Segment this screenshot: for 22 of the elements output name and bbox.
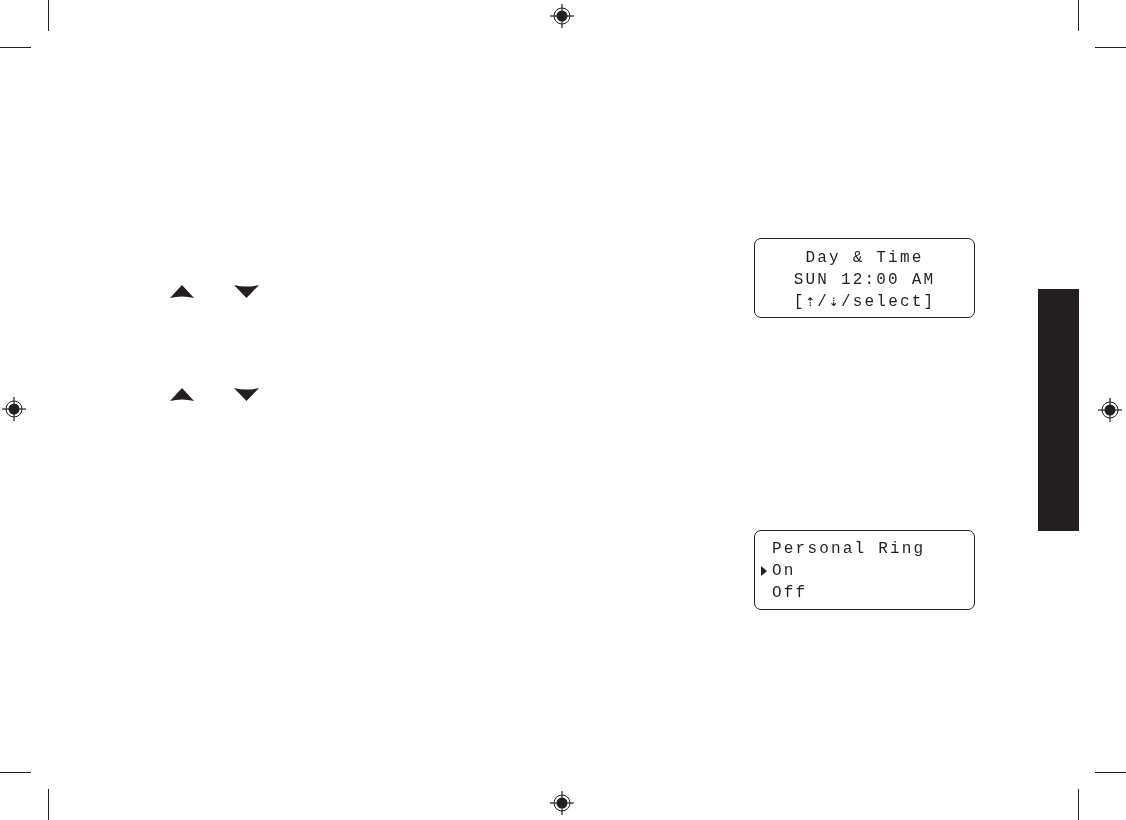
crop-mark	[1095, 772, 1126, 773]
registration-mark-icon	[2, 397, 26, 421]
lcd-text: [⇡/⇣/select]	[793, 292, 936, 312]
crop-mark	[0, 772, 31, 773]
crop-mark	[48, 0, 49, 31]
crop-mark	[1078, 789, 1079, 820]
down-triangle-icon	[234, 285, 259, 298]
crop-mark	[0, 47, 31, 48]
registration-mark-icon	[550, 791, 574, 815]
down-triangle-icon	[234, 388, 259, 401]
lcd-text: SUN 12:00 AM	[793, 270, 936, 290]
crop-mark	[1078, 0, 1079, 31]
up-triangle-icon	[170, 388, 194, 401]
registration-mark-icon	[550, 4, 574, 28]
up-triangle-icon	[170, 285, 194, 298]
crop-mark	[1095, 47, 1126, 48]
crop-mark	[48, 789, 49, 820]
registration-mark-icon	[1098, 398, 1122, 422]
lcd-text: Day & Time	[805, 248, 924, 268]
lcd-title: Personal Ring	[772, 539, 926, 559]
lcd-menu-option: On	[772, 561, 796, 581]
lcd-menu-option: Off	[772, 583, 808, 603]
